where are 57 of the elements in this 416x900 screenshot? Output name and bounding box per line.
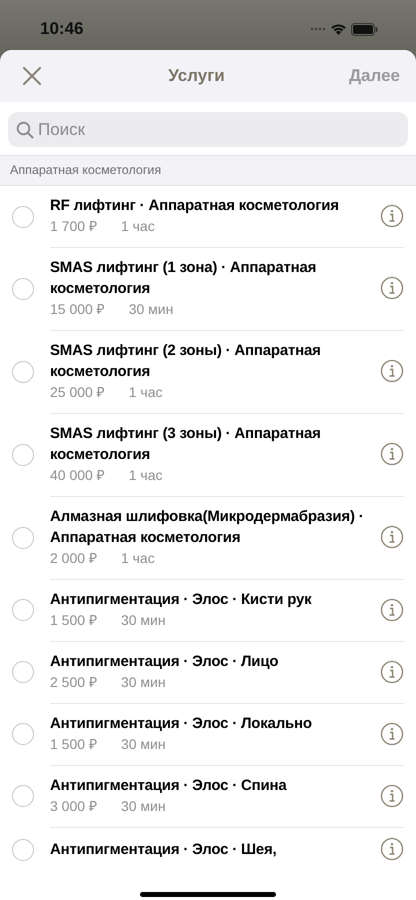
service-duration: 30 мин [120, 797, 166, 816]
service-price: 3 000 ₽ [50, 797, 97, 816]
service-price: 40 000 ₽ [50, 466, 105, 485]
info-icon[interactable] [380, 525, 404, 549]
service-title: Алмазная шлифовка(Микродермабразия) · Аппаратная косметология [50, 507, 365, 548]
radio-button[interactable] [12, 360, 34, 382]
wifi-icon [330, 23, 347, 35]
service-title: Антипигментация · Элос · Локально [50, 714, 313, 734]
service-duration: 1 час [128, 383, 162, 402]
info-icon[interactable] [380, 722, 404, 746]
signal-icon [310, 27, 326, 31]
info-icon[interactable] [380, 660, 404, 684]
service-price: 1 500 ₽ [50, 611, 97, 630]
service-title: SMAS лифтинг (2 зоны) · Аппаратная косметология [50, 341, 322, 382]
radio-button[interactable] [12, 206, 34, 228]
status-time: 10:46 [40, 18, 84, 40]
service-title: RF лифтинг · Аппаратная косметология [50, 196, 340, 216]
service-duration: 1 час [120, 217, 155, 236]
service-duration: 1 час [120, 549, 155, 568]
radio-button[interactable] [12, 661, 34, 683]
radio-button[interactable] [12, 723, 34, 745]
search-field[interactable]: Поиск [8, 112, 408, 147]
service-title: SMAS лифтинг (1 зона) · Аппаратная косметология [50, 258, 318, 299]
service-duration: 30 мин [120, 673, 166, 692]
radio-button[interactable] [12, 278, 34, 300]
info-icon[interactable] [380, 784, 404, 808]
radio-button[interactable] [12, 785, 34, 807]
radio-button[interactable] [12, 444, 34, 466]
service-duration: 30 мин [120, 735, 166, 754]
screen-title: Услуги [168, 65, 225, 88]
service-duration: 30 мин [128, 300, 174, 319]
service-price: 25 000 ₽ [50, 383, 105, 402]
service-price: 15 000 ₽ [50, 300, 105, 319]
service-price: 1 700 ₽ [50, 217, 97, 236]
info-icon[interactable] [380, 837, 404, 861]
info-icon[interactable] [380, 204, 404, 228]
search-icon [16, 121, 34, 139]
battery-icon [351, 22, 378, 36]
service-price: 2 500 ₽ [50, 673, 97, 692]
radio-button[interactable] [12, 526, 34, 548]
service-title: Антипигментация · Элос · Спина [50, 776, 288, 796]
radio-button[interactable] [12, 838, 34, 860]
service-title: Антипигментация · Элос · Лицо [50, 652, 280, 672]
info-icon[interactable] [380, 276, 404, 300]
service-title: SMAS лифтинг (3 зоны) · Аппаратная косметология [50, 424, 322, 465]
service-title: Антипигментация · Элос · Кисти рук [50, 590, 312, 610]
radio-button[interactable] [12, 599, 34, 621]
close-button[interactable] [20, 64, 44, 88]
info-icon[interactable] [380, 598, 404, 622]
service-price: 1 500 ₽ [50, 735, 97, 754]
service-price: 2 000 ₽ [50, 549, 97, 568]
info-icon[interactable] [380, 442, 404, 466]
service-title: Антипигментация · Элос · Шея, [50, 840, 278, 860]
service-duration: 1 час [128, 466, 162, 485]
service-duration: 30 мин [120, 611, 166, 630]
info-icon[interactable] [380, 359, 404, 383]
section-header: Аппаратная косметология [10, 162, 162, 180]
